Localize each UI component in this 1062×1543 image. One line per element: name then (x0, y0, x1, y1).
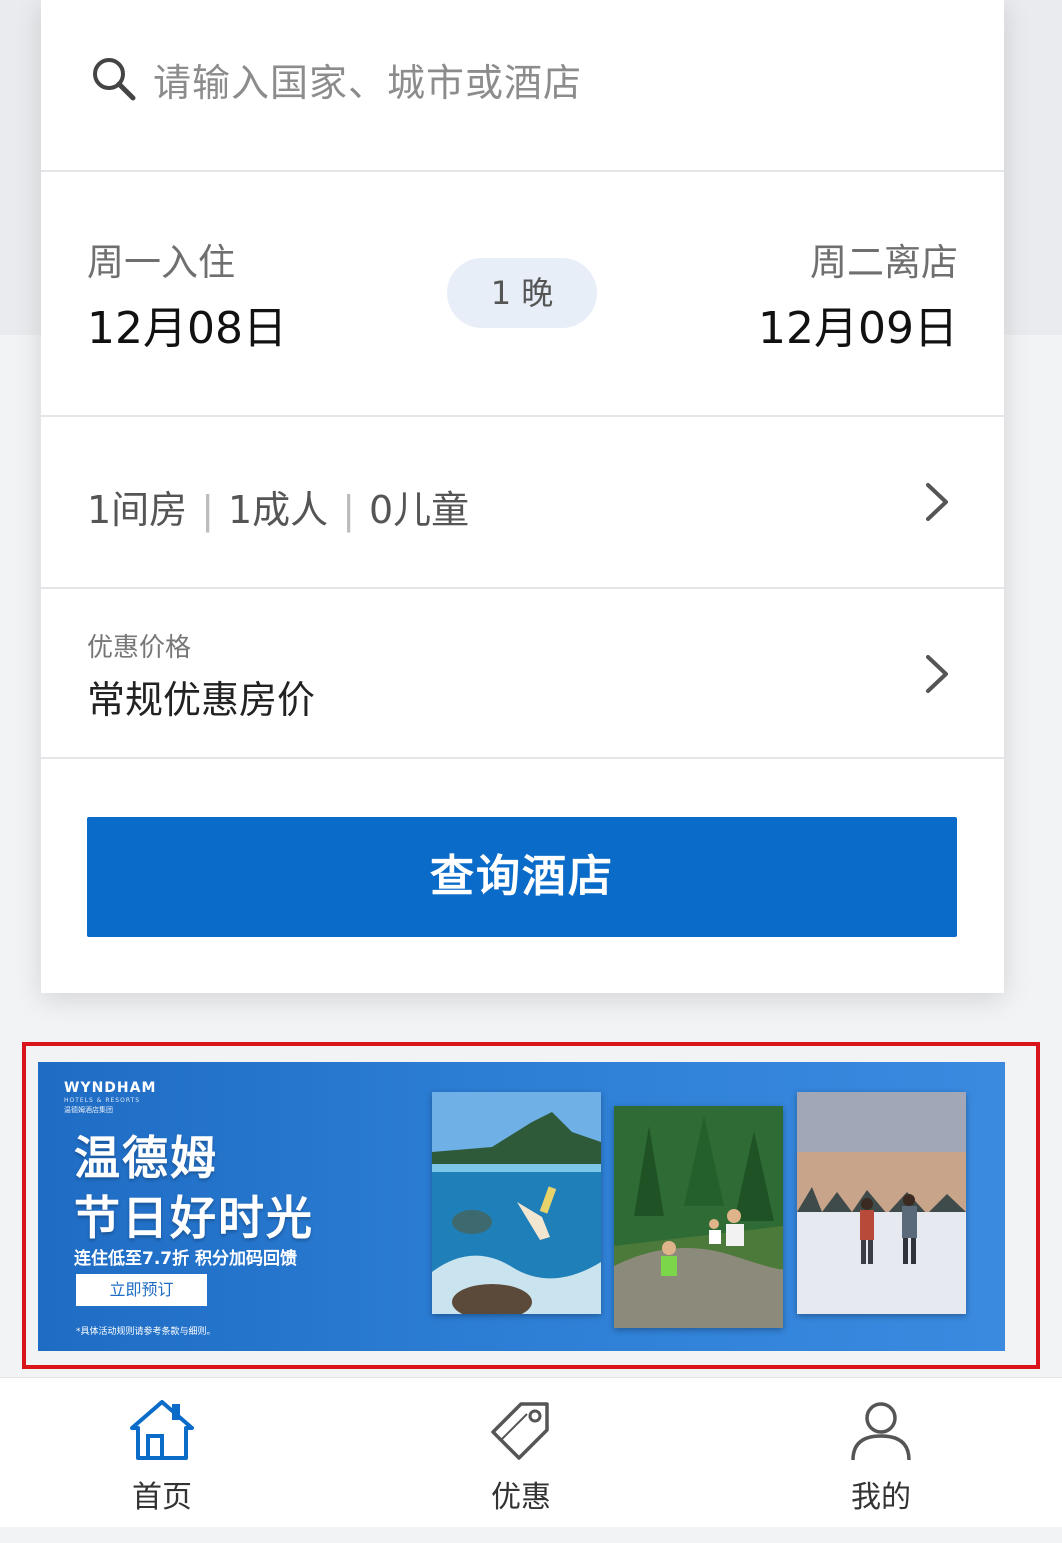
adults-count: 1成人 (228, 488, 329, 532)
bottom-navigation: 首页 优惠 我的 (0, 1377, 1062, 1527)
rate-label: 优惠价格 (87, 633, 192, 663)
banner-title-2: 节日好时光 (74, 1191, 314, 1245)
nav-mine[interactable]: 我的 (781, 1378, 981, 1528)
brand-subtitle: HOTELS & RESORTS (64, 1097, 141, 1104)
checkout-date[interactable]: 12月09日 (758, 292, 958, 356)
rate-selector[interactable]: 优惠价格 常规优惠房价 (41, 589, 1004, 757)
nights-badge: 1 晚 (447, 258, 597, 328)
search-hotels-button[interactable]: 查询酒店 (87, 817, 957, 937)
separator: | (342, 488, 355, 532)
divider (41, 757, 1004, 759)
chevron-right-icon (926, 655, 948, 693)
system-bar (0, 1527, 1062, 1543)
rate-value: 常规优惠房价 (87, 678, 316, 722)
banner-subtitle: 连住低至7.7折 积分加码回馈 (74, 1249, 298, 1269)
search-field[interactable]: 请输入国家、城市或酒店 (41, 0, 1004, 170)
snow-hikers-photo (797, 1092, 966, 1314)
user-icon (851, 1402, 911, 1461)
checkout-label: 周二离店 (810, 241, 958, 284)
banner-title: 温德姆 (74, 1131, 218, 1185)
checkin-date[interactable]: 12月08日 (87, 292, 287, 356)
tag-icon (491, 1402, 549, 1460)
book-now-button[interactable]: 立即预订 (76, 1274, 207, 1306)
search-placeholder: 请输入国家、城市或酒店 (153, 61, 583, 105)
promo-banner[interactable]: WYNDHAM HOTELS & RESORTS 温德姆酒店集团 温德姆 节日好… (38, 1062, 1005, 1351)
nav-deals-label: 优惠 (491, 1480, 551, 1515)
rooms-count: 1间房 (87, 488, 188, 532)
brand-cn: 温德姆酒店集团 (64, 1106, 113, 1114)
separator: | (201, 488, 214, 532)
nav-home[interactable]: 首页 (62, 1378, 262, 1528)
forest-family-photo (614, 1106, 783, 1328)
nav-home-label: 首页 (132, 1480, 192, 1515)
nav-deals[interactable]: 优惠 (421, 1378, 621, 1528)
children-count: 0儿童 (369, 488, 470, 532)
snorkel-photo (432, 1092, 601, 1314)
wyndham-logo: WYNDHAM HOTELS & RESORTS 温德姆酒店集团 (64, 1080, 156, 1115)
chevron-right-icon (926, 483, 948, 521)
search-icon (93, 58, 136, 101)
checkin-label: 周一入住 (87, 241, 235, 284)
brand-name: WYNDHAM (64, 1080, 157, 1096)
date-selector[interactable]: 周一入住 12月08日 1 晚 周二离店 12月09日 (41, 172, 1004, 415)
guests-selector[interactable]: 1间房 | 1成人 | 0儿童 (41, 417, 1004, 587)
banner-terms-note: *具体活动规则请参考条款与细则。 (76, 1327, 216, 1337)
guests-summary: 1间房 | 1成人 | 0儿童 (87, 479, 469, 534)
home-icon (130, 1400, 194, 1460)
nav-mine-label: 我的 (851, 1480, 911, 1515)
booking-card: 请输入国家、城市或酒店 周一入住 12月08日 1 晚 周二离店 12月09日 … (41, 0, 1004, 993)
